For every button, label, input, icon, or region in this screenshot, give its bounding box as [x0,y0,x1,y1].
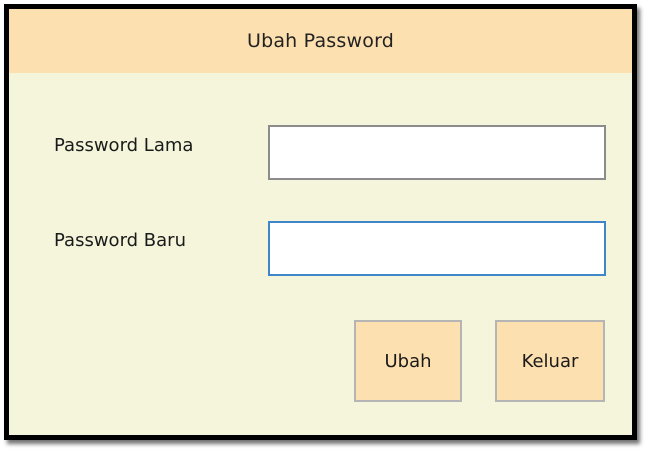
new-password-field[interactable] [268,221,606,276]
change-password-dialog: Ubah Password Password Lama Password Bar… [4,4,637,440]
exit-button[interactable]: Keluar [495,320,605,402]
old-password-label: Password Lama [54,135,194,156]
old-password-field[interactable] [268,125,606,180]
dialog-title: Ubah Password [246,30,395,52]
new-password-label: Password Baru [54,230,186,251]
change-button[interactable]: Ubah [354,320,462,402]
title-bar: Ubah Password [9,9,632,73]
